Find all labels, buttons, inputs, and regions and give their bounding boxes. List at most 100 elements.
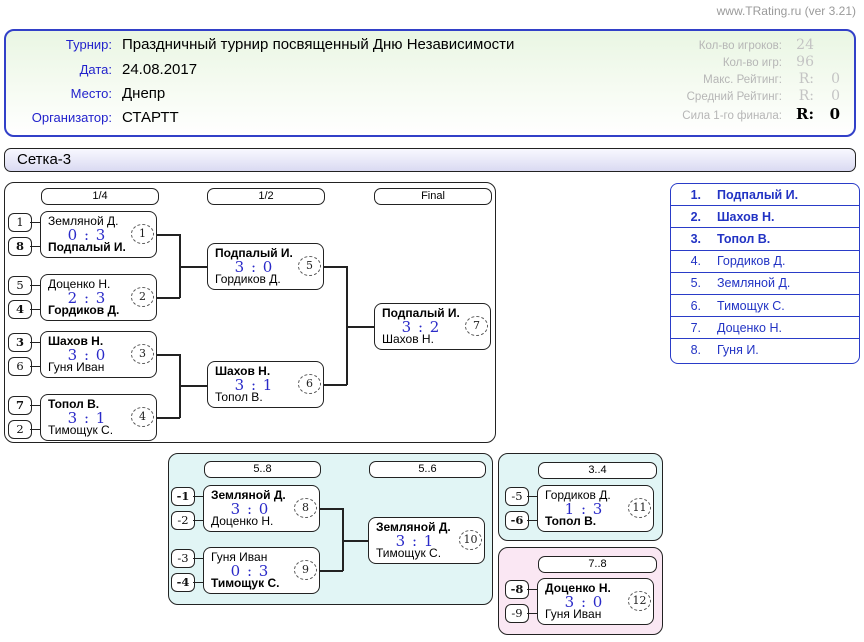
round-header-5-6: 5..6 — [369, 461, 486, 478]
tournament-stats: Кол-во игроков: 24 Кол-во игр: 96 Макс. … — [682, 37, 840, 122]
stat-max-rating: Макс. Рейтинг: R: 0 — [682, 71, 840, 88]
match-number-badge: 7 — [465, 316, 488, 336]
seed-badge: 3 — [8, 333, 32, 352]
stat-value: 96 — [782, 54, 814, 70]
stat-value: 24 — [782, 37, 814, 53]
standings-row: 1. Подпалый И. — [671, 184, 859, 206]
seed-badge: 8 — [8, 237, 32, 256]
stat-label: Кол-во игр: — [723, 57, 782, 69]
bracket-connector — [157, 417, 180, 419]
stat-final-strength: Сила 1-го финала: R: 0 — [682, 105, 840, 122]
standings-position: 8. — [671, 343, 701, 357]
stat-value: R: — [782, 71, 814, 87]
seed-badge: -9 — [505, 604, 529, 623]
match-number-badge: 5 — [298, 256, 321, 276]
match-number-badge: 9 — [294, 560, 317, 580]
field-label: Организатор: — [16, 110, 112, 125]
player-name: Топол В. — [215, 391, 263, 404]
match-number-badge: 11 — [628, 498, 651, 518]
player-name: Гуня Иван — [545, 608, 601, 621]
final-standings-list: 1. Подпалый И. 2. Шахов Н. 3. Топол В. 4… — [670, 183, 860, 364]
info-row-tournament: Турнир: Праздничный турнир посвященный Д… — [16, 36, 514, 53]
standings-player-link[interactable]: Подпалый И. — [717, 188, 798, 202]
player-name: Тимощук С. — [48, 424, 113, 437]
standings-row: 8. Гуня И. — [671, 339, 859, 361]
field-label: Место: — [16, 86, 112, 101]
player-name: Тимощук С. — [211, 577, 279, 590]
match-8: Земляной Д. 3 : 0 Доценко Н. 8 — [203, 485, 320, 532]
standings-position: 3. — [671, 232, 701, 246]
stat-label: Кол-во игроков: — [699, 40, 782, 52]
stat-extra: 0 — [814, 88, 840, 104]
tournament-name: Праздничный турнир посвященный Дню Незав… — [122, 36, 514, 53]
stat-value: R: — [782, 88, 814, 104]
player-name: Гордиков Д. — [215, 273, 281, 286]
standings-player-link[interactable]: Доценко Н. — [717, 321, 782, 335]
stat-label: Сила 1-го финала: — [682, 110, 782, 122]
match-number-badge: 12 — [628, 591, 651, 611]
field-label: Турнир: — [16, 37, 112, 52]
round-header-3-4: 3..4 — [538, 462, 657, 479]
standings-player-link[interactable]: Топол В. — [717, 232, 770, 246]
standings-player-link[interactable]: Земляной Д. — [717, 276, 790, 290]
info-row-place: Место: Днепр — [16, 85, 165, 102]
match-number-badge: 6 — [298, 374, 321, 394]
standings-position: 2. — [671, 210, 701, 224]
stat-value: R: — [782, 105, 814, 123]
seed-badge: -8 — [505, 580, 529, 599]
stat-label: Средний Рейтинг: — [687, 91, 782, 103]
standings-row: 6. Тимощук С. — [671, 295, 859, 317]
standings-player-link[interactable]: Гордиков Д. — [717, 254, 785, 268]
player-name: Подпалый И. — [48, 241, 126, 254]
match-5: Подпалый И. 3 : 0 Гордиков Д. 5 — [207, 243, 324, 290]
info-row-date: Дата: 24.08.2017 — [16, 61, 197, 78]
match-number-badge: 10 — [459, 530, 482, 550]
match-10: Земляной Д. 3 : 1 Тимощук С. 10 — [368, 517, 485, 564]
match-2: Доценко Н. 2 : 3 Гордиков Д. 2 — [40, 274, 157, 321]
standings-player-link[interactable]: Тимощук С. — [717, 299, 785, 313]
round-header-semifinal: 1/2 — [207, 188, 325, 205]
bracket-connector — [157, 354, 180, 356]
round-header-7-8: 7..8 — [538, 556, 657, 573]
round-header-quarterfinal: 1/4 — [41, 188, 159, 205]
page: www.TRating.ru (ver 3.21) Турнир: Праздн… — [0, 0, 864, 642]
seed-badge: 6 — [8, 357, 32, 376]
match-12: Доценко Н. 3 : 0 Гуня Иван 12 — [537, 578, 654, 625]
match-9: Гуня Иван 0 : 3 Тимощук С. 9 — [203, 547, 320, 594]
standings-position: 5. — [671, 276, 701, 290]
section-title: Сетка-3 — [17, 151, 71, 168]
bracket-connector — [320, 508, 343, 510]
match-number-badge: 2 — [131, 287, 154, 307]
bracket-connector — [346, 326, 374, 328]
player-name: Топол В. — [545, 515, 596, 528]
tournament-date: 24.08.2017 — [122, 61, 197, 78]
seed-badge: -3 — [171, 549, 195, 568]
seed-badge: 5 — [8, 276, 32, 295]
stat-label: Макс. Рейтинг: — [703, 74, 782, 86]
seed-badge: 2 — [8, 420, 32, 439]
round-header-5-8: 5..8 — [204, 461, 321, 478]
player-name: Тимощук С. — [376, 547, 441, 560]
site-version-text: www.TRating.ru (ver 3.21) — [717, 4, 856, 18]
stat-avg-rating: Средний Рейтинг: R: 0 — [682, 88, 840, 105]
stat-games: Кол-во игр: 96 — [682, 54, 840, 71]
field-label: Дата: — [16, 62, 112, 77]
standings-row: 2. Шахов Н. — [671, 206, 859, 228]
match-3: Шахов Н. 3 : 0 Гуня Иван 3 — [40, 331, 157, 378]
bracket-connector — [323, 266, 347, 268]
section-title-bar: Сетка-3 — [4, 148, 856, 172]
standings-player-link[interactable]: Шахов Н. — [717, 210, 774, 224]
seed-badge: -5 — [505, 487, 529, 506]
match-6: Шахов Н. 3 : 1 Топол В. 6 — [207, 361, 324, 408]
standings-row: 5. Земляной Д. — [671, 273, 859, 295]
seed-badge: -2 — [171, 511, 195, 530]
seed-badge: 1 — [8, 213, 32, 232]
standings-position: 4. — [671, 254, 701, 268]
bracket-connector — [320, 570, 343, 572]
seed-badge: 4 — [8, 300, 32, 319]
standings-player-link[interactable]: Гуня И. — [717, 343, 759, 357]
seed-badge: -6 — [505, 511, 529, 530]
match-number-badge: 1 — [131, 224, 154, 244]
standings-position: 7. — [671, 321, 701, 335]
match-number-badge: 8 — [294, 498, 317, 518]
